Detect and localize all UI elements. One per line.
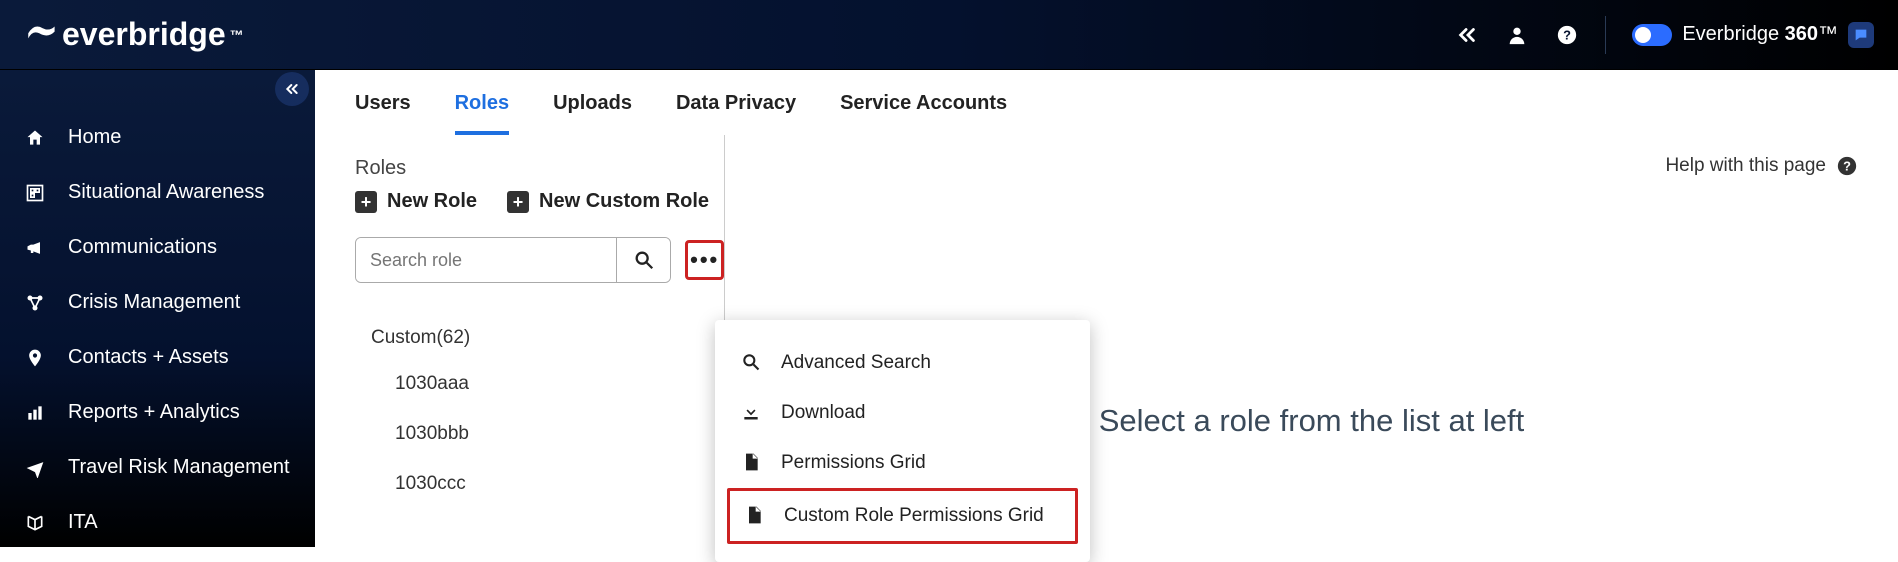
menu-permissions-grid[interactable]: Permissions Grid bbox=[727, 438, 1078, 488]
tab-bar: Users Roles Uploads Data Privacy Service… bbox=[315, 70, 1898, 135]
brand360-label: Everbridge 360™ bbox=[1682, 23, 1838, 46]
menu-custom-role-permissions-grid[interactable]: Custom Role Permissions Grid bbox=[727, 488, 1078, 544]
sidebar-item-communications[interactable]: Communications bbox=[0, 220, 315, 275]
sidebar-collapse-button[interactable] bbox=[275, 72, 309, 106]
sidebar-label: ITA bbox=[68, 511, 98, 534]
sidebar-label: Home bbox=[68, 126, 121, 149]
menu-advanced-search[interactable]: Advanced Search bbox=[727, 338, 1078, 388]
search-icon bbox=[741, 352, 763, 374]
search-row: ••• bbox=[355, 237, 724, 283]
sidebar-item-situational-awareness[interactable]: Situational Awareness bbox=[0, 165, 315, 220]
new-custom-role-button[interactable]: + New Custom Role bbox=[507, 190, 709, 213]
search-button[interactable] bbox=[616, 238, 670, 282]
sidebar-item-contacts-assets[interactable]: Contacts + Assets bbox=[0, 330, 315, 385]
svg-text:?: ? bbox=[1563, 27, 1571, 42]
svg-text:?: ? bbox=[1843, 159, 1851, 174]
role-item[interactable]: 1030bbb bbox=[355, 409, 724, 459]
chat-icon[interactable] bbox=[1848, 22, 1874, 48]
help-label: Help with this page bbox=[1665, 155, 1826, 177]
logo-mark-icon bbox=[24, 18, 58, 52]
collapse-header-icon[interactable] bbox=[1455, 23, 1479, 47]
sidebar-item-crisis-management[interactable]: Crisis Management bbox=[0, 275, 315, 330]
trademark: ™ bbox=[230, 27, 244, 43]
tab-uploads[interactable]: Uploads bbox=[553, 92, 632, 135]
roles-title: Roles bbox=[355, 157, 724, 180]
tab-data-privacy[interactable]: Data Privacy bbox=[676, 92, 796, 135]
sidebar: Home Situational Awareness Communication… bbox=[0, 70, 315, 547]
header-right: ? Everbridge 360™ bbox=[1455, 16, 1874, 54]
sidebar-label: Reports + Analytics bbox=[68, 401, 240, 424]
ellipsis-icon: ••• bbox=[690, 247, 719, 273]
dashboard-icon bbox=[24, 182, 46, 204]
brand360-prefix: Everbridge bbox=[1682, 23, 1784, 45]
brand360-toggle[interactable] bbox=[1632, 24, 1672, 46]
new-role-label: New Role bbox=[387, 190, 477, 213]
content-split: Roles + New Role + New Custom Role bbox=[315, 135, 1898, 550]
tab-users[interactable]: Users bbox=[355, 92, 411, 135]
brand-text: everbridge bbox=[62, 16, 226, 53]
roles-action-row: + New Role + New Custom Role bbox=[355, 190, 724, 213]
main-area: Users Roles Uploads Data Privacy Service… bbox=[315, 70, 1898, 547]
plus-icon: + bbox=[355, 191, 377, 213]
plane-icon bbox=[24, 457, 46, 479]
help-with-page-link[interactable]: Help with this page ? bbox=[1665, 155, 1858, 177]
ita-icon bbox=[24, 512, 46, 534]
tab-service-accounts[interactable]: Service Accounts bbox=[840, 92, 1007, 135]
help-header-icon[interactable]: ? bbox=[1555, 23, 1579, 47]
sidebar-label: Travel Risk Management bbox=[68, 456, 290, 479]
sidebar-label: Situational Awareness bbox=[68, 181, 264, 204]
roles-group: Custom(62) 1030aaa 1030bbb 1030ccc bbox=[355, 317, 724, 509]
pin-icon bbox=[24, 347, 46, 369]
user-icon[interactable] bbox=[1505, 23, 1529, 47]
sidebar-label: Contacts + Assets bbox=[68, 346, 229, 369]
menu-download[interactable]: Download bbox=[727, 388, 1078, 438]
megaphone-icon bbox=[24, 237, 46, 259]
more-options-button[interactable]: ••• bbox=[685, 240, 724, 280]
plus-icon: + bbox=[507, 191, 529, 213]
sidebar-item-travel-risk[interactable]: Travel Risk Management bbox=[0, 440, 315, 495]
sidebar-item-home[interactable]: Home bbox=[0, 110, 315, 165]
chart-icon bbox=[24, 402, 46, 424]
brand360-suffix: ™ bbox=[1818, 23, 1838, 45]
app-header: everbridge ™ ? Everbridge 360™ bbox=[0, 0, 1898, 70]
new-custom-role-label: New Custom Role bbox=[539, 190, 709, 213]
sidebar-label: Communications bbox=[68, 236, 217, 259]
home-icon bbox=[24, 127, 46, 149]
new-role-button[interactable]: + New Role bbox=[355, 190, 477, 213]
brand-logo: everbridge ™ bbox=[24, 16, 244, 53]
menu-label: Custom Role Permissions Grid bbox=[784, 505, 1044, 527]
brand360-bold: 360 bbox=[1785, 23, 1818, 45]
role-item[interactable]: 1030aaa bbox=[355, 359, 724, 409]
sidebar-label: Crisis Management bbox=[68, 291, 240, 314]
group-header-custom[interactable]: Custom(62) bbox=[355, 317, 724, 359]
menu-label: Permissions Grid bbox=[781, 452, 926, 474]
role-item[interactable]: 1030ccc bbox=[355, 459, 724, 509]
menu-label: Advanced Search bbox=[781, 352, 931, 374]
pdf-icon bbox=[744, 505, 766, 527]
pdf-icon bbox=[741, 452, 763, 474]
network-icon bbox=[24, 292, 46, 314]
sidebar-item-ita[interactable]: ITA bbox=[0, 495, 315, 550]
more-options-menu: Advanced Search Download Permissions Gri… bbox=[715, 320, 1090, 562]
sidebar-item-reports-analytics[interactable]: Reports + Analytics bbox=[0, 385, 315, 440]
search-wrap bbox=[355, 237, 671, 283]
brand360-toggle-group: Everbridge 360™ bbox=[1632, 22, 1874, 48]
search-role-input[interactable] bbox=[356, 238, 616, 282]
header-divider bbox=[1605, 16, 1606, 54]
menu-label: Download bbox=[781, 402, 866, 424]
roles-left-pane: Roles + New Role + New Custom Role bbox=[315, 135, 725, 550]
help-icon: ? bbox=[1836, 155, 1858, 177]
tab-roles[interactable]: Roles bbox=[455, 92, 509, 135]
search-icon bbox=[633, 249, 655, 271]
download-icon bbox=[741, 402, 763, 424]
